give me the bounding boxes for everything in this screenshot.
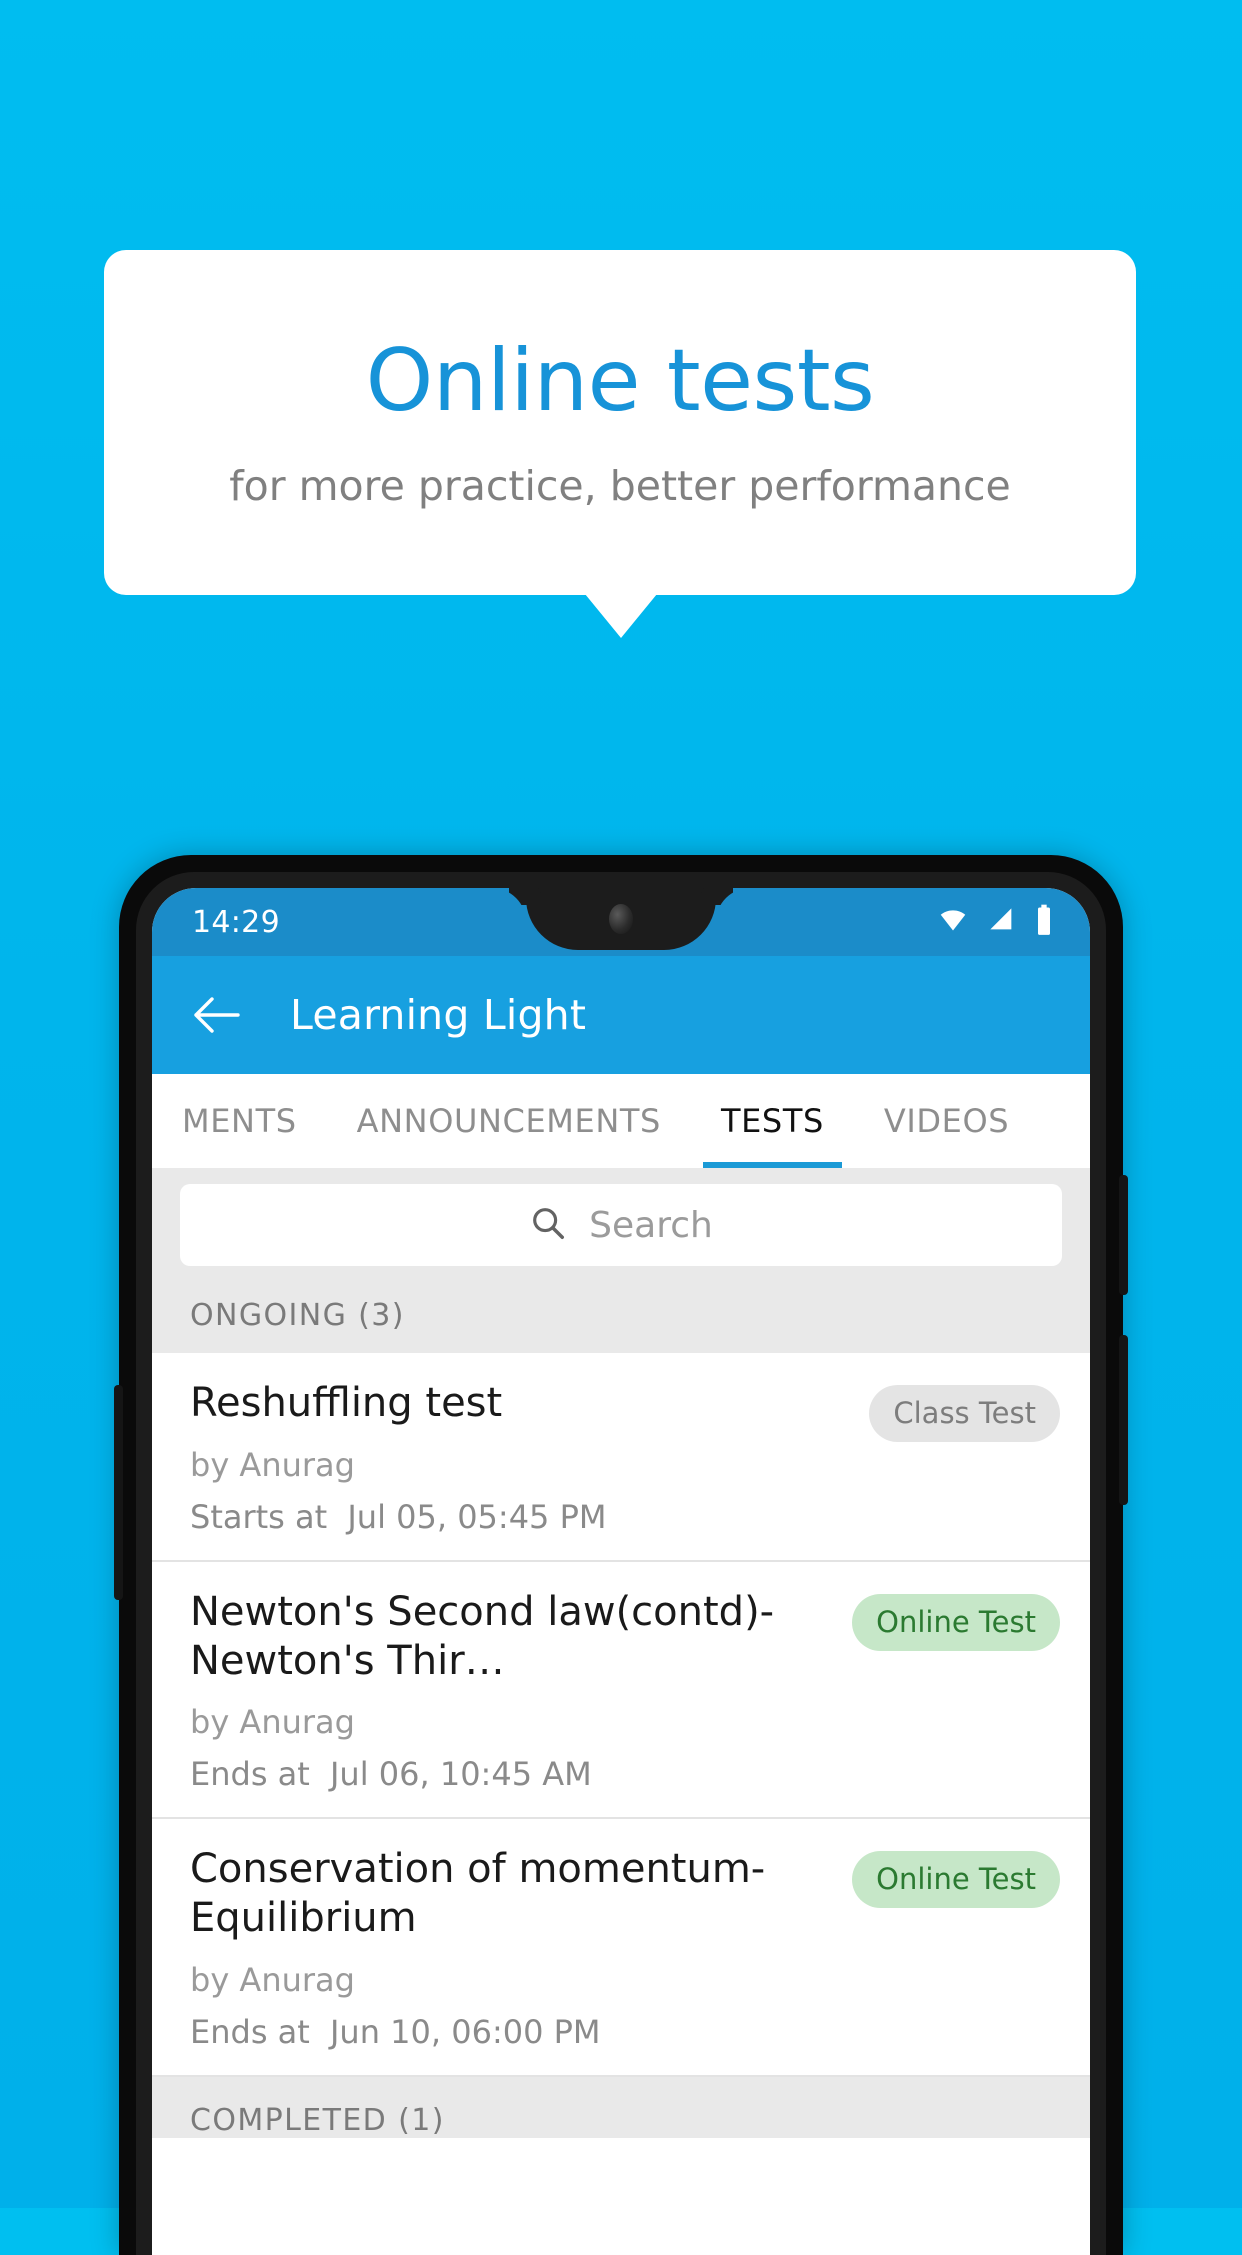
tab-assignments[interactable]: MENTS xyxy=(152,1074,327,1168)
back-arrow-icon[interactable] xyxy=(188,987,244,1043)
search-placeholder: Search xyxy=(589,1204,713,1246)
test-schedule-label: Ends at xyxy=(190,1755,310,1794)
status-bar: 14:29 xyxy=(152,888,1090,956)
test-schedule-label: Starts at xyxy=(190,1497,328,1536)
phone-bezel: 14:29 Learning Light MENTS ANNOUNCEMENTS… xyxy=(136,872,1106,2255)
status-badge: Online Test xyxy=(852,1851,1060,1909)
status-badge: Class Test xyxy=(869,1385,1060,1442)
phone-screen: 14:29 Learning Light MENTS ANNOUNCEMENTS… xyxy=(152,888,1090,2255)
tab-tests[interactable]: TESTS xyxy=(691,1074,854,1168)
promo-title: Online tests xyxy=(365,331,875,431)
status-badge: Online Test xyxy=(852,1593,1060,1651)
test-schedule-value: Jul 05, 05:45 PM xyxy=(347,1497,607,1536)
test-schedule: Starts at Jul 05, 05:45 PM xyxy=(190,1498,855,1536)
status-time: 14:29 xyxy=(192,904,280,940)
tab-announcements[interactable]: ANNOUNCEMENTS xyxy=(327,1074,691,1168)
test-author: by Anurag xyxy=(190,1445,355,1484)
list-item[interactable]: Conservation of momentum-Equilibrium by … xyxy=(152,1819,1090,2077)
test-info: Conservation of momentum-Equilibrium by … xyxy=(190,1845,852,2051)
list-item[interactable]: Reshuffling test by Anurag Starts at Jul… xyxy=(152,1353,1090,1562)
section-header-completed: COMPLETED (1) xyxy=(152,2076,1090,2138)
promo-tooltip-pointer xyxy=(585,594,657,638)
test-schedule-label: Ends at xyxy=(190,2012,310,2051)
status-icons xyxy=(936,904,1054,940)
promo-subtitle: for more practice, better performance xyxy=(229,462,1011,510)
test-author: by Anurag xyxy=(190,1960,355,1999)
tab-videos[interactable]: VIDEOS xyxy=(854,1074,1039,1168)
list-item[interactable]: Newton's Second law(contd)-Newton's Thir… xyxy=(152,1561,1090,1820)
test-title: Conservation of momentum-Equilibrium xyxy=(190,1846,766,1942)
front-camera xyxy=(609,904,633,934)
section-header-ongoing: ONGOING (3) xyxy=(152,1284,1090,1353)
test-schedule-value: Jun 10, 06:00 PM xyxy=(329,2012,601,2051)
signal-icon xyxy=(986,906,1018,938)
test-info: Reshuffling test by Anurag Starts at Jul… xyxy=(190,1379,869,1536)
volume-up-button[interactable] xyxy=(1119,1335,1128,1505)
test-author: by Anurag xyxy=(190,1703,355,1742)
search-container: Search xyxy=(152,1168,1090,1284)
test-title: Newton's Second law(contd)-Newton's Thir… xyxy=(190,1588,775,1684)
battery-icon xyxy=(1034,904,1054,940)
search-input[interactable]: Search xyxy=(180,1184,1062,1266)
tab-bar: MENTS ANNOUNCEMENTS TESTS VIDEOS xyxy=(152,1074,1090,1168)
search-icon xyxy=(529,1204,567,1246)
test-schedule-value: Jul 06, 10:45 AM xyxy=(329,1755,592,1794)
promo-tooltip-card: Online tests for more practice, better p… xyxy=(104,250,1136,595)
phone-frame: 14:29 Learning Light MENTS ANNOUNCEMENTS… xyxy=(114,855,1128,2255)
test-schedule: Ends at Jul 06, 10:45 AM xyxy=(190,1755,838,1793)
app-bar: Learning Light xyxy=(152,956,1090,1074)
test-info: Newton's Second law(contd)-Newton's Thir… xyxy=(190,1588,852,1794)
power-button[interactable] xyxy=(1119,1175,1128,1295)
page-title: Learning Light xyxy=(290,991,587,1039)
wifi-icon xyxy=(936,906,970,938)
volume-down-button[interactable] xyxy=(114,1385,123,1600)
test-schedule: Ends at Jun 10, 06:00 PM xyxy=(190,2013,838,2051)
test-title: Reshuffling test xyxy=(190,1380,503,1426)
